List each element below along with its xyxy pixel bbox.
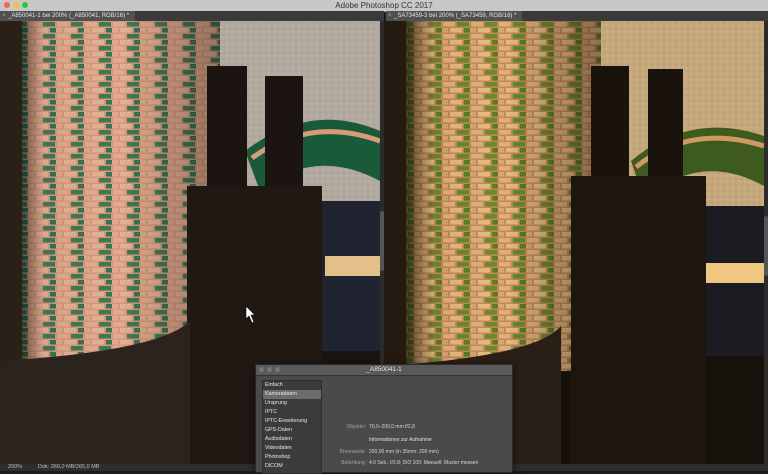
focal-length-label: Brennweite: [339, 449, 366, 455]
category-item-videodaten[interactable]: Videodaten [263, 444, 321, 453]
category-item-einfach[interactable]: Einfach [263, 381, 321, 390]
category-list: Einfach Kameradaten Ursprung IPTC IPTC-E… [262, 380, 322, 474]
close-icon[interactable]: × [388, 11, 392, 21]
category-item-dicom[interactable]: DICOM [263, 462, 321, 471]
tab-left-label: _A850041-1 bei 200% (_A850041, RGB/16) * [8, 13, 130, 19]
lens-value: 70,0–200,0 mm f/2,8 [369, 424, 415, 430]
dialog-title: _A850041-1 [366, 366, 402, 373]
tab-left-document[interactable]: × _A850041-1 bei 200% (_A850041, RGB/16)… [0, 11, 136, 21]
category-item-kameradaten[interactable]: Kameradaten [263, 390, 321, 399]
app-title: Adobe Photoshop CC 2017 [335, 1, 433, 10]
right-vertical-scrollbar[interactable] [764, 21, 768, 464]
category-item-iptc[interactable]: IPTC [263, 408, 321, 417]
close-icon[interactable]: × [2, 11, 6, 21]
left-scroll-thumb[interactable] [380, 211, 384, 271]
category-item-gps-daten[interactable]: GPS-Daten [263, 426, 321, 435]
category-item-ursprung[interactable]: Ursprung [263, 399, 321, 408]
category-item-photoshop[interactable]: Photoshop [263, 453, 321, 462]
category-item-audiodaten[interactable]: Audiodaten [263, 435, 321, 444]
dialog-titlebar: _A850041-1 [256, 365, 512, 376]
category-item-iptc-erweiterung[interactable]: IPTC-Erweiterung [263, 417, 321, 426]
lens-label: Objektiv: [346, 424, 366, 430]
focal-length-value: 200,00 mm (in 35mm: 200 mm) [369, 449, 439, 455]
exposure-label: Belichtung: [341, 460, 366, 466]
exposure-value: 4,0 Sek.; f/2,8; ISO 100; Manuell; Muste… [369, 460, 479, 466]
zoom-level[interactable]: 200% [8, 464, 22, 471]
right-scroll-thumb[interactable] [764, 216, 768, 276]
section-title: Informationen zur Aufnahme [369, 437, 432, 443]
file-info-dialog: _A850041-1 Einfach Kameradaten Ursprung … [255, 364, 513, 474]
tab-right-document[interactable]: × _SA73459-3 bei 200% (_SA73459, RGB/16)… [386, 11, 523, 21]
document-size-info[interactable]: Dok: 260,0 MB/265,0 MB [38, 464, 99, 471]
tab-right-label: _SA73459-3 bei 200% (_SA73459, RGB/16) * [394, 13, 517, 19]
